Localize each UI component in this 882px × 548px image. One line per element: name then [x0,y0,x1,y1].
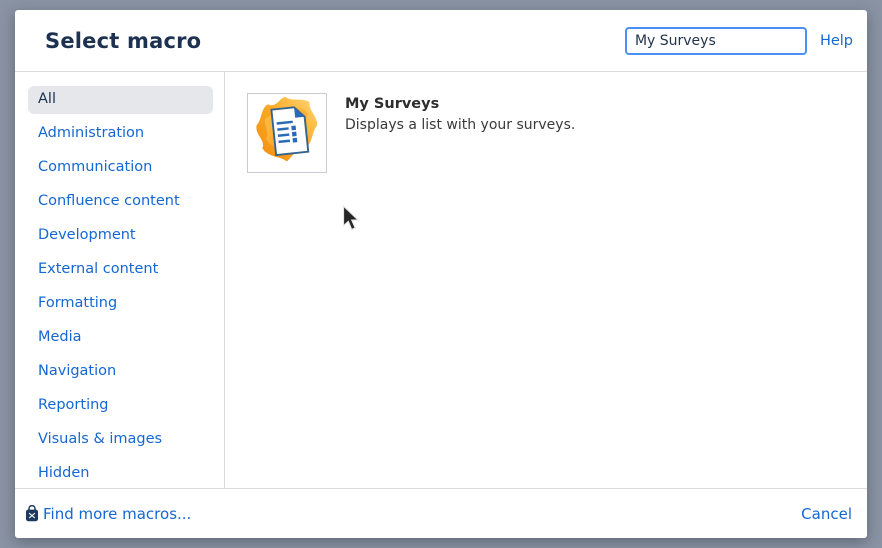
macro-search-input[interactable] [625,27,807,55]
dialog-body: All Administration Communication Conflue… [15,72,867,488]
sidebar-item-administration[interactable]: Administration [28,120,213,148]
sidebar-item-reporting[interactable]: Reporting [28,392,213,420]
sidebar-item-hidden[interactable]: Hidden [28,460,213,488]
category-sidebar: All Administration Communication Conflue… [15,72,225,488]
macro-result-text: My Surveys Displays a list with your sur… [345,93,575,133]
sidebar-item-communication[interactable]: Communication [28,154,213,182]
surveys-macro-icon [249,93,325,173]
dialog-header: Select macro Help [15,10,867,72]
sidebar-item-confluence-content[interactable]: Confluence content [28,188,213,216]
macro-result-description: Displays a list with your surveys. [345,117,575,133]
macro-result-my-surveys[interactable]: My Surveys Displays a list with your sur… [247,93,847,173]
sidebar-item-media[interactable]: Media [28,324,213,352]
help-link[interactable]: Help [820,33,853,49]
sidebar-item-all[interactable]: All [28,86,213,114]
dialog-footer: Find more macros... Cancel [15,488,867,538]
sidebar-item-visuals-images[interactable]: Visuals & images [28,426,213,454]
sidebar-item-navigation[interactable]: Navigation [28,358,213,386]
macro-results-panel: My Surveys Displays a list with your sur… [225,72,867,488]
dialog-title: Select macro [45,29,625,53]
sidebar-item-external-content[interactable]: External content [28,256,213,284]
marketplace-bag-icon [25,505,39,522]
cancel-link[interactable]: Cancel [801,505,852,523]
find-more-macros-label: Find more macros... [43,505,191,523]
find-more-macros-link[interactable]: Find more macros... [25,505,191,523]
sidebar-item-development[interactable]: Development [28,222,213,250]
macro-icon-frame [247,93,327,173]
select-macro-dialog: Select macro Help All Administration Com… [15,10,867,538]
sidebar-item-formatting[interactable]: Formatting [28,290,213,318]
macro-result-title: My Surveys [345,96,575,112]
